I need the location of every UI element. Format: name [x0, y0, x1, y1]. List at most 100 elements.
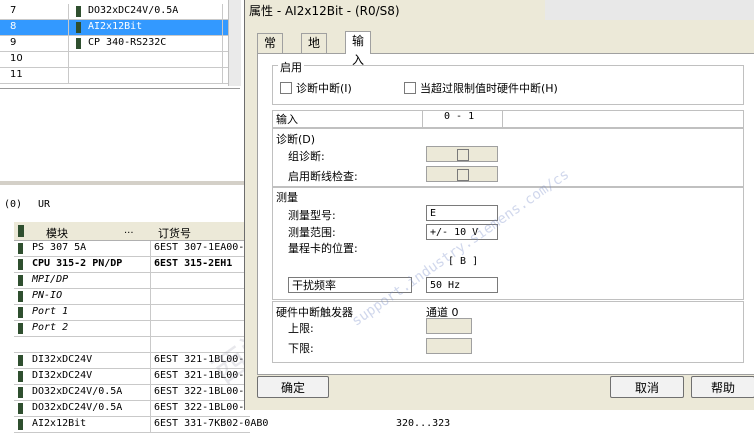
group-diag-label: 组诊断:: [288, 150, 325, 163]
enable-legend: 启用: [278, 59, 304, 75]
rack-row[interactable]: 7 DO32xDC24V/0.5A: [0, 4, 228, 20]
detail-order: 6EST 315-2EH1: [154, 258, 233, 269]
detail-header: 模块 ... 订货号: [14, 222, 250, 241]
detail-module: DO32xDC24V/0.5A: [32, 402, 123, 413]
ok-button[interactable]: 确定: [257, 376, 329, 398]
slot-number: 9: [10, 37, 17, 48]
detail-row[interactable]: [14, 337, 250, 353]
header-order-number[interactable]: 订货号: [158, 225, 191, 241]
diag-interrupt-checkbox[interactable]: [280, 82, 292, 94]
rack-scrollbar[interactable]: [228, 0, 241, 86]
detail-row[interactable]: Port 1: [14, 305, 250, 321]
module-icon: [18, 371, 23, 382]
module-name: AI2x12Bit: [88, 21, 143, 32]
help-button[interactable]: 帮助: [691, 376, 754, 398]
range-card-value: [ B ]: [448, 256, 479, 267]
detail-module: PN-IO: [32, 290, 63, 301]
cancel-button[interactable]: 取消: [610, 376, 684, 398]
detail-order: 6EST 321-1BL00-: [154, 370, 245, 381]
detail-order: 6EST 322-1BL00-: [154, 386, 245, 397]
rack-type-label: UR: [38, 199, 51, 210]
detail-row[interactable]: PN-IO: [14, 289, 250, 305]
measure-type-field[interactable]: E: [426, 205, 498, 221]
slot-number: 10: [10, 53, 23, 64]
detail-row[interactable]: MPI/DP: [14, 273, 250, 289]
detail-address: 320...323: [396, 418, 451, 429]
diag-interrupt-label: 诊断中断(I): [296, 82, 352, 95]
module-icon: [18, 403, 23, 414]
module-icon: [76, 6, 81, 17]
wire-break-cell: [426, 166, 498, 182]
detail-module: Port 1: [32, 306, 69, 317]
tab-general[interactable]: 常规: [257, 33, 284, 69]
detail-row[interactable]: AI2x12Bit 6EST 331-7KB02-0AB0: [14, 417, 268, 433]
slot-number: 7: [10, 5, 17, 16]
detail-module: Port 2: [32, 322, 69, 333]
rack-row[interactable]: 11: [0, 68, 228, 84]
slot-number: 8: [10, 21, 17, 32]
detail-row[interactable]: DI32xDC24V 6EST 321-1BL00-: [14, 353, 250, 369]
lower-limit-label: 下限:: [288, 342, 314, 355]
detail-module: MPI/DP: [32, 274, 69, 285]
wire-break-checkbox[interactable]: [457, 169, 469, 181]
module-icon: [18, 307, 23, 318]
module-icon: [76, 38, 81, 49]
module-icon: [18, 275, 23, 286]
module-icon: [18, 259, 23, 270]
detail-row[interactable]: DO32xDC24V/0.5A 6EST 322-1BL00-: [14, 401, 250, 417]
diagnostics-title: 诊断(D): [276, 133, 316, 146]
tab-panel: 启用 诊断中断(I) 当超过限制值时硬件中断(H) 输入 0 - 1 诊断(D)…: [257, 53, 754, 375]
detail-row[interactable]: Port 2: [14, 321, 250, 337]
module-icon: [18, 419, 23, 430]
detail-order: 6EST 321-1BL00-: [154, 354, 245, 365]
detail-order: 6EST 307-1EA00-: [154, 242, 245, 253]
detail-order: 6EST 322-1BL00-: [154, 402, 245, 413]
hw-interrupt-label: 当超过限制值时硬件中断(H): [420, 82, 558, 95]
module-icon: [18, 387, 23, 398]
interference-label-field: 干扰频率: [288, 277, 412, 293]
rack-row-selected[interactable]: 8 AI2x12Bit: [0, 20, 228, 36]
header-module[interactable]: 模块: [46, 225, 68, 241]
detail-module: DO32xDC24V/0.5A: [32, 386, 123, 397]
measurement-title: 测量: [276, 191, 298, 204]
measure-type-label: 测量型号:: [288, 209, 336, 222]
hw-interrupt-checkbox[interactable]: [404, 82, 416, 94]
wire-break-label: 启用断线检查:: [288, 170, 358, 183]
rack-table: 7 DO32xDC24V/0.5A 8 AI2x12Bit 9 CP 340-R…: [0, 0, 240, 89]
detail-row[interactable]: DO32xDC24V/0.5A 6EST 322-1BL00-: [14, 385, 250, 401]
splitter[interactable]: [0, 181, 250, 185]
module-name: DO32xDC24V/0.5A: [88, 5, 179, 16]
module-icon: [18, 225, 24, 237]
module-icon: [76, 22, 81, 33]
detail-order: 6EST 331-7KB02-0AB0: [154, 418, 269, 429]
module-icon: [18, 243, 23, 254]
lower-limit-field[interactable]: [426, 338, 472, 354]
module-icon: [18, 355, 23, 366]
detail-module: DI32xDC24V: [32, 354, 93, 365]
detail-row[interactable]: PS 307 5A 6EST 307-1EA00-: [14, 241, 250, 257]
tab-input[interactable]: 输入: [345, 31, 372, 67]
module-icon: [18, 291, 23, 302]
measure-range-field[interactable]: +/- 10 V: [426, 224, 498, 240]
station-canvas: [0, 89, 250, 181]
rack-row[interactable]: 10: [0, 52, 228, 68]
group-diag-cell: [426, 146, 498, 162]
input-table-header: [272, 110, 744, 128]
upper-limit-field[interactable]: [426, 318, 472, 334]
detail-row[interactable]: DI32xDC24V 6EST 321-1BL00-: [14, 369, 250, 385]
detail-row[interactable]: CPU 315-2 PN/DP 6EST 315-2EH1: [14, 257, 250, 273]
input-header-label: 输入: [276, 113, 298, 126]
hw-trigger-title: 硬件中断触发器: [276, 306, 353, 319]
tab-address[interactable]: 地址: [301, 33, 328, 69]
upper-limit-label: 上限:: [288, 322, 314, 335]
detail-module: CPU 315-2 PN/DP: [32, 258, 123, 269]
interference-freq-field[interactable]: 50 Hz: [426, 277, 498, 293]
group-diag-checkbox[interactable]: [457, 149, 469, 161]
detail-module: PS 307 5A: [32, 242, 87, 253]
header-dots: ...: [124, 225, 134, 236]
rack-row[interactable]: 9 CP 340-RS232C: [0, 36, 228, 52]
range-card-label: 量程卡的位置:: [288, 242, 358, 255]
station-address: (0): [4, 199, 23, 210]
channel-header: 0 - 1: [444, 111, 475, 122]
measure-range-label: 测量范围:: [288, 226, 336, 239]
